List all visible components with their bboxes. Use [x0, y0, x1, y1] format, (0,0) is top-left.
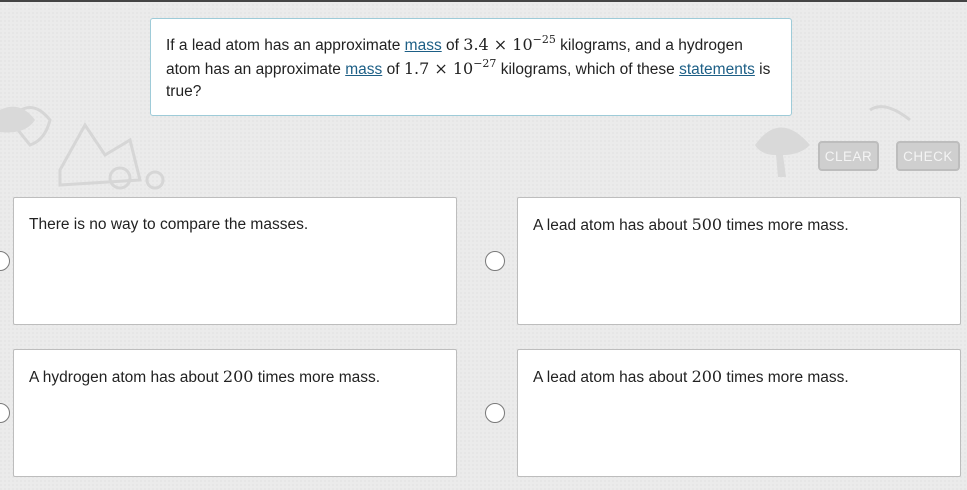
- option-1-text: There is no way to compare the masses.: [29, 216, 309, 233]
- option-2-number: 500: [691, 215, 723, 234]
- top-rule: [0, 0, 967, 2]
- hydrogen-mass-value: 1.7 × 10−27: [403, 56, 497, 78]
- mass-link-2[interactable]: mass: [345, 61, 382, 78]
- question-text-2: of: [441, 37, 464, 54]
- option-3-number: 200: [222, 367, 254, 386]
- option-4-radio[interactable]: [485, 403, 505, 423]
- option-2-radio[interactable]: [485, 251, 505, 271]
- lead-mass-base: 3.4 × 10: [463, 35, 533, 54]
- answer-option-2[interactable]: A lead atom has about 500 times more mas…: [517, 197, 961, 325]
- lead-mass-exponent: −25: [532, 33, 556, 46]
- answer-option-1[interactable]: There is no way to compare the masses.: [13, 197, 457, 325]
- option-2-text-pre: A lead atom has about: [533, 217, 692, 234]
- question-text-1: If a lead atom has an approximate: [166, 37, 405, 54]
- hydrogen-mass-base: 1.7 × 10: [403, 58, 474, 78]
- question-text-4: of: [382, 60, 404, 78]
- mass-link-1[interactable]: mass: [405, 37, 442, 54]
- question-box: If a lead atom has an approximate mass o…: [150, 18, 792, 116]
- clear-button[interactable]: CLEAR: [818, 141, 879, 171]
- hydrogen-mass-exponent: −27: [473, 56, 497, 70]
- option-4-text-post: times more mass.: [722, 369, 849, 386]
- answer-option-3[interactable]: A hydrogen atom has about 200 times more…: [13, 349, 457, 477]
- statements-link[interactable]: statements: [679, 61, 755, 78]
- option-4-text-pre: A lead atom has about: [533, 369, 692, 386]
- lead-mass-value: 3.4 × 10−25: [463, 33, 556, 54]
- option-3-text-pre: A hydrogen atom has about: [29, 369, 223, 386]
- question-text-5: kilograms, which of these: [496, 60, 680, 78]
- option-2-text-post: times more mass.: [722, 217, 849, 234]
- option-3-text-post: times more mass.: [253, 369, 381, 386]
- check-button[interactable]: CHECK: [896, 141, 960, 171]
- answer-option-4[interactable]: A lead atom has about 200 times more mas…: [517, 349, 961, 477]
- option-4-number: 200: [691, 367, 723, 386]
